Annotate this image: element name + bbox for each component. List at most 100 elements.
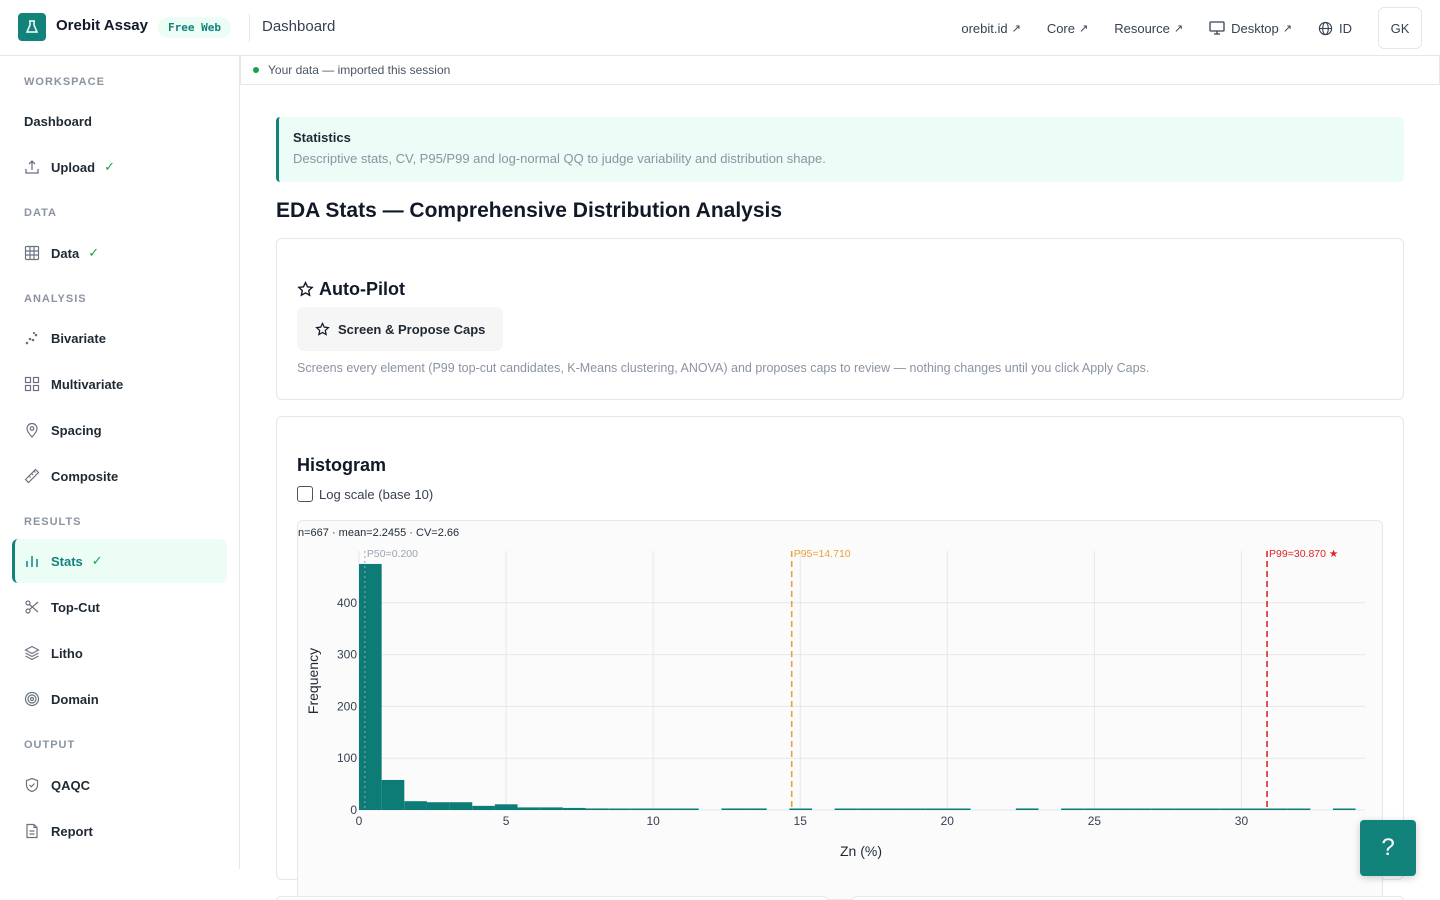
histogram-title: Histogram bbox=[297, 455, 387, 475]
histogram-bar bbox=[381, 779, 405, 810]
histogram-bar bbox=[947, 808, 971, 810]
sidebar-item-qaqc[interactable]: QAQC bbox=[12, 763, 227, 807]
external-link-icon: ↗ bbox=[1173, 22, 1184, 35]
sidebar-item-label: Data bbox=[51, 245, 80, 261]
histogram-bar bbox=[517, 807, 541, 810]
histogram-bar bbox=[1151, 808, 1175, 810]
grid-lines bbox=[358, 551, 1365, 811]
scissors-icon bbox=[24, 599, 40, 615]
x-tick-label: 15 bbox=[794, 814, 808, 828]
log-scale-checkbox[interactable] bbox=[297, 486, 313, 502]
globe-icon bbox=[1318, 21, 1333, 36]
sidebar-item-label: Multivariate bbox=[51, 376, 124, 392]
table-icon bbox=[24, 245, 40, 261]
link-resource[interactable]: Resource ↗ bbox=[1114, 21, 1183, 36]
histogram-bar bbox=[1129, 808, 1152, 810]
reference-line-label: P99=30.870 ★ bbox=[1269, 548, 1338, 560]
histogram-bar bbox=[494, 804, 518, 810]
y-tick-label: 0 bbox=[350, 803, 357, 817]
page-title: Dashboard bbox=[262, 18, 336, 35]
monitor-icon bbox=[1209, 21, 1225, 35]
target-icon bbox=[24, 691, 40, 707]
y-tick-label: 400 bbox=[337, 596, 357, 610]
autopilot-note: Screens every element (P99 top-cut candi… bbox=[297, 361, 1150, 375]
screen-propose-caps-button[interactable]: Screen & Propose Caps bbox=[297, 307, 504, 351]
ruler-icon bbox=[24, 468, 40, 484]
histogram-bar bbox=[834, 808, 858, 810]
flask-logo-icon[interactable] bbox=[18, 13, 46, 41]
sidebar-item-domain[interactable]: Domain bbox=[12, 677, 227, 721]
sidebar-item-label: QAQC bbox=[51, 777, 90, 793]
histogram-bar bbox=[630, 808, 654, 810]
reference-lines: P50=0.200 P95=14.710 P99=30.870 ★ bbox=[364, 548, 1338, 810]
autopilot-title: Auto-Pilot bbox=[319, 279, 405, 299]
star-icon bbox=[297, 281, 314, 298]
histogram-bar bbox=[1197, 808, 1220, 810]
x-axis-label: Zn (%) bbox=[840, 843, 882, 859]
y-tick-label: 100 bbox=[337, 751, 357, 765]
sidebar-item-bivariate[interactable]: Bivariate bbox=[12, 316, 227, 360]
info-description: Descriptive stats, CV, P95/P99 and log-n… bbox=[293, 151, 826, 166]
histogram-bar bbox=[676, 808, 699, 810]
next-card-right bbox=[852, 896, 1404, 900]
x-tick-label: 25 bbox=[1088, 814, 1102, 828]
histogram-bar bbox=[744, 808, 767, 810]
star-icon bbox=[315, 321, 330, 336]
avatar[interactable]: GK bbox=[1378, 7, 1422, 49]
help-button[interactable]: ? bbox=[1360, 820, 1416, 876]
histogram-svg: n=667 · mean=2.2455 · CV=2.66 P50=0.200 P… bbox=[298, 527, 1365, 859]
app-name[interactable]: Orebit Assay bbox=[56, 17, 148, 34]
button-label: Screen & Propose Caps bbox=[338, 321, 486, 337]
sidebar-item-label: Dashboard bbox=[24, 113, 92, 129]
x-tick-label: 20 bbox=[941, 814, 955, 828]
sidebar-item-label: Composite bbox=[51, 468, 119, 484]
histogram-bar bbox=[1242, 808, 1265, 810]
histogram-bar bbox=[404, 801, 427, 810]
map-pin-icon bbox=[24, 422, 40, 438]
external-link-icon: ↗ bbox=[1079, 22, 1089, 35]
chart-summary: n=667 · mean=2.2455 · CV=2.66 bbox=[298, 527, 459, 539]
sidebar-item-litho[interactable]: Litho bbox=[12, 631, 227, 675]
link-orebit-id[interactable]: orebit.id ↗ bbox=[961, 21, 1020, 36]
histogram-bar bbox=[1061, 808, 1084, 810]
histogram-bar bbox=[426, 802, 450, 810]
log-scale-toggle[interactable]: Log scale (base 10) bbox=[297, 486, 433, 502]
sidebar-item-data[interactable]: Data ✓ bbox=[12, 231, 227, 275]
info-title: Statistics bbox=[293, 130, 351, 145]
bar-chart-icon bbox=[24, 553, 40, 569]
sidebar-item-label: Top-Cut bbox=[51, 599, 100, 615]
language-switch[interactable]: ID bbox=[1318, 21, 1352, 36]
sidebar-item-top-cut[interactable]: Top-Cut bbox=[12, 585, 227, 629]
y-tick-label: 200 bbox=[337, 699, 357, 713]
sidebar-item-upload[interactable]: Upload ✓ bbox=[12, 145, 227, 189]
reference-line-label: P95=14.710 bbox=[794, 548, 851, 560]
sidebar: WORKSPACE Dashboard Upload ✓ DATA Data ✓… bbox=[0, 56, 240, 869]
data-status-strip: Your data — imported this session bbox=[240, 56, 1440, 85]
link-label: Resource bbox=[1114, 20, 1170, 36]
link-desktop[interactable]: Desktop ↗ bbox=[1209, 21, 1292, 36]
histogram-bar bbox=[359, 563, 382, 810]
sidebar-item-multivariate[interactable]: Multivariate bbox=[12, 362, 227, 406]
histogram-bar bbox=[562, 807, 586, 810]
check-icon: ✓ bbox=[91, 553, 103, 568]
status-dot bbox=[253, 67, 259, 73]
sidebar-item-dashboard[interactable]: Dashboard bbox=[12, 99, 227, 143]
histogram-chart: n=667 · mean=2.2455 · CV=2.66 P50=0.200 P… bbox=[297, 520, 1383, 900]
histogram-bar bbox=[540, 807, 563, 810]
link-core[interactable]: Core ↗ bbox=[1047, 21, 1088, 36]
histogram-bar bbox=[1174, 808, 1198, 810]
section-label-output: OUTPUT bbox=[24, 739, 76, 751]
x-tick-label: 30 bbox=[1235, 814, 1249, 828]
sidebar-item-spacing[interactable]: Spacing bbox=[12, 408, 227, 452]
sidebar-item-report[interactable]: Report bbox=[12, 809, 227, 853]
histogram-bars bbox=[359, 563, 1356, 810]
histogram-bar bbox=[1219, 808, 1243, 810]
sidebar-item-label: Litho bbox=[51, 645, 83, 661]
histogram-bar bbox=[1264, 808, 1288, 810]
sidebar-item-composite[interactable]: Composite bbox=[12, 454, 227, 498]
section-label-results: RESULTS bbox=[24, 516, 82, 528]
sidebar-item-stats[interactable]: Stats ✓ bbox=[12, 539, 227, 583]
histogram-bar bbox=[1083, 808, 1107, 810]
status-text: Your data — imported this session bbox=[268, 63, 451, 77]
plan-badge: Free Web bbox=[158, 17, 231, 38]
